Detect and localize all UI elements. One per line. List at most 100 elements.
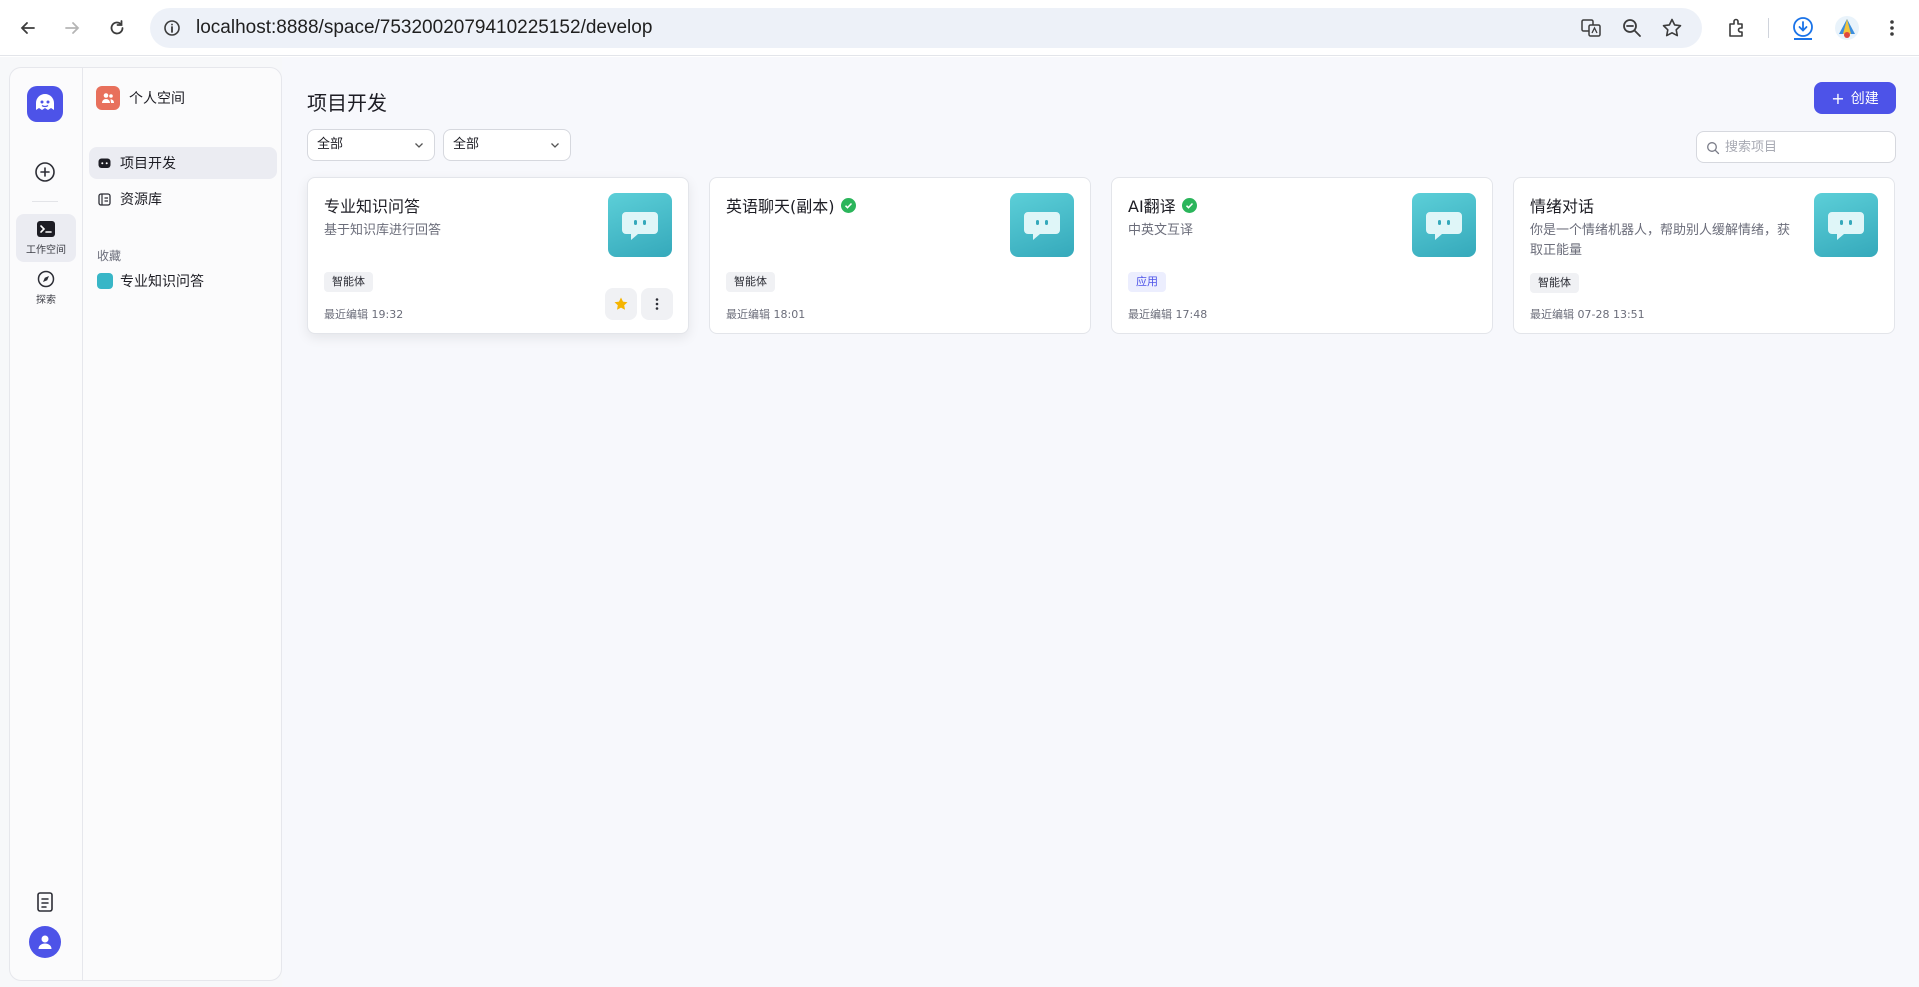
chatbot-icon: [97, 273, 113, 289]
bookmark-star-icon[interactable]: [1661, 17, 1683, 39]
project-avatar: [1412, 193, 1476, 257]
project-title: 英语聊天(副本): [726, 193, 856, 217]
compass-icon: [37, 270, 55, 288]
project-title: 情绪对话: [1530, 193, 1594, 217]
chevron-down-icon: [415, 143, 423, 148]
project-card[interactable]: 专业知识问答 基于知识库进行回答 智能体 最近编辑 19:32: [307, 177, 689, 334]
project-avatar: [1010, 193, 1074, 257]
address-bar[interactable]: localhost:8888/space/7532002079410225152…: [150, 8, 1702, 48]
plus-icon: +: [1831, 88, 1845, 108]
type-filter-value: 全部: [317, 137, 344, 152]
back-arrow-icon: [20, 22, 35, 34]
create-button[interactable]: + 创建: [1814, 82, 1896, 114]
favorite-item[interactable]: 专业知识问答: [89, 265, 277, 297]
profile-icon: [1835, 16, 1859, 40]
create-button-label: 创建: [1850, 91, 1879, 107]
favorite-item-label: 专业知识问答: [120, 274, 204, 290]
project-description: 基于知识库进行回答: [324, 223, 442, 238]
rail-workspace-label: 工作空间: [26, 245, 66, 256]
chat-bubble-icon: [622, 212, 658, 240]
favorite-button[interactable]: [605, 288, 637, 320]
favorites-title: 收藏: [97, 249, 122, 263]
project-card[interactable]: AI翻译 中英文互译 应用 最近编辑 17:48: [1111, 177, 1493, 334]
browser-menu-button[interactable]: [1878, 14, 1906, 42]
nav-item-label: 资源库: [120, 192, 162, 208]
chat-bubble-icon: [1426, 212, 1462, 240]
library-icon: [97, 192, 111, 206]
url-text: localhost:8888/space/7532002079410225152…: [196, 17, 653, 38]
owner-filter-value: 全部: [453, 137, 480, 152]
extensions-button[interactable]: [1723, 14, 1751, 42]
browser-toolbar: localhost:8888/space/7532002079410225152…: [0, 0, 1919, 56]
forward-arrow-icon: [65, 22, 80, 34]
logo-icon: [36, 94, 54, 110]
space-switcher[interactable]: 个人空间: [96, 86, 185, 110]
users-icon: [102, 93, 114, 103]
kebab-menu-icon: [655, 298, 659, 310]
site-info-icon[interactable]: [162, 18, 182, 38]
download-button[interactable]: [1789, 14, 1817, 42]
translate-icon[interactable]: [1580, 17, 1602, 39]
app-container: 工作空间 探索 个人空间 项目开发 资源库 收藏 专业知识问答 项目开发 + 创…: [0, 57, 1919, 987]
project-card[interactable]: 情绪对话 你是一个情绪机器人，帮助别人缓解情绪，获取正能量 智能体 最近编辑 0…: [1513, 177, 1895, 334]
user-avatar[interactable]: [29, 926, 61, 958]
published-check-icon: [840, 197, 856, 213]
project-card[interactable]: 英语聊天(副本) 智能体 最近编辑 18:01: [709, 177, 1091, 334]
project-title-text: 英语聊天(副本): [726, 197, 835, 216]
bot-icon: [97, 156, 111, 170]
star-filled-icon: [614, 297, 628, 310]
project-description: 中英文互译: [1128, 223, 1194, 238]
add-circle-icon: [35, 162, 55, 182]
app-logo[interactable]: [27, 86, 63, 122]
project-edit-time: 最近编辑 19:32: [324, 308, 404, 321]
space-avatar: [96, 86, 120, 110]
nav-item-resource-library[interactable]: 资源库: [89, 183, 277, 215]
type-filter-select[interactable]: 全部: [307, 129, 435, 161]
reload-icon: [110, 20, 124, 35]
toolbar-divider: [1768, 18, 1769, 38]
zoom-icon[interactable]: [1621, 17, 1643, 39]
project-title-text: AI翻译: [1128, 197, 1176, 216]
profile-button[interactable]: [1833, 14, 1861, 42]
project-type-tag: 智能体: [726, 272, 775, 292]
project-edit-time: 最近编辑 17:48: [1128, 308, 1208, 321]
project-title-text: 专业知识问答: [324, 197, 421, 216]
owner-filter-select[interactable]: 全部: [443, 129, 571, 161]
add-button[interactable]: [32, 159, 58, 185]
forward-button[interactable]: [56, 12, 88, 44]
project-title: 专业知识问答: [324, 193, 420, 217]
project-type-tag: 智能体: [1530, 273, 1579, 293]
nav-item-label: 项目开发: [120, 156, 176, 172]
project-edit-time: 最近编辑 07-28 13:51: [1530, 308, 1645, 321]
nav-item-project-dev[interactable]: 项目开发: [89, 147, 277, 179]
reload-button[interactable]: [101, 12, 133, 44]
chat-bubble-icon: [1024, 212, 1060, 240]
rail-divider: [32, 201, 58, 202]
published-check-icon: [1181, 197, 1197, 213]
rail-item-explore[interactable]: 探索: [16, 264, 76, 312]
kebab-menu-icon: [1890, 20, 1894, 36]
extensions-icon: [1729, 18, 1743, 37]
project-avatar: [1814, 193, 1878, 257]
search-icon: [1707, 142, 1720, 155]
project-type-tag: 智能体: [324, 272, 373, 292]
search-input[interactable]: [1725, 132, 1891, 162]
space-panel: 个人空间 项目开发 资源库 收藏 专业知识问答: [82, 67, 282, 981]
rail-explore-label: 探索: [36, 295, 56, 306]
project-title-text: 情绪对话: [1530, 197, 1595, 216]
download-icon: [1793, 17, 1813, 40]
search-box[interactable]: [1696, 131, 1896, 163]
more-options-button[interactable]: [641, 288, 673, 320]
rail-item-workspace[interactable]: 工作空间: [16, 214, 76, 262]
back-button[interactable]: [12, 12, 44, 44]
project-avatar: [608, 193, 672, 257]
space-name: 个人空间: [129, 91, 185, 107]
project-type-tag: 应用: [1128, 272, 1166, 292]
page-title: 项目开发: [307, 91, 387, 115]
chevron-down-icon: [551, 143, 559, 148]
project-title: AI翻译: [1128, 193, 1197, 217]
main-content: 项目开发 + 创建 全部 全部 专业知识问答 基于知识库进行回答 智能体 最近编…: [282, 57, 1919, 987]
left-rail: 工作空间 探索: [9, 67, 82, 981]
document-icon[interactable]: [34, 891, 56, 913]
chat-bubble-icon: [1828, 212, 1864, 240]
